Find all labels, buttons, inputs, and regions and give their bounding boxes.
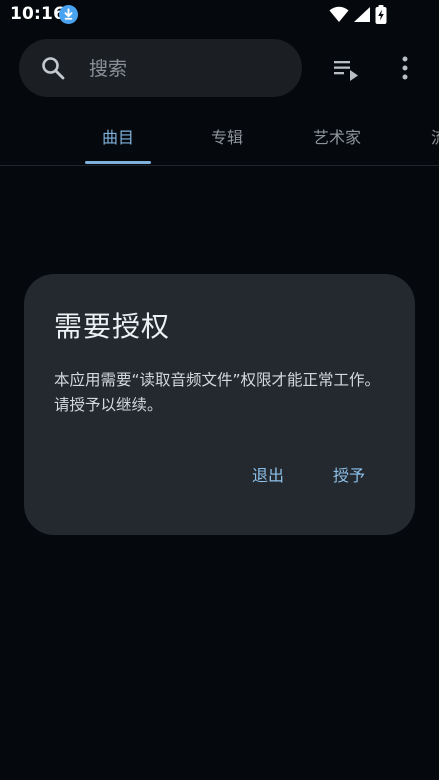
queue-music-icon[interactable]	[333, 56, 361, 82]
status-bar: 10:16	[0, 0, 439, 30]
tab-indicator	[85, 161, 151, 164]
cell-signal-icon	[354, 7, 370, 22]
status-time: 10:16	[10, 4, 66, 24]
dialog-message: 本应用需要“读取音频文件”权限才能正常工作。请授予以继续。	[54, 371, 381, 414]
search-bar[interactable]	[19, 39, 302, 99]
wifi-icon	[329, 6, 349, 22]
tab-genres[interactable]: 流	[431, 124, 439, 148]
battery-charging-icon	[375, 5, 387, 24]
tab-tracks[interactable]: 曲目	[102, 124, 134, 148]
more-vert-icon[interactable]	[396, 54, 414, 82]
tab-artists[interactable]: 艺术家	[313, 124, 361, 148]
permission-dialog: 需要授权 本应用需要“读取音频文件”权限才能正常工作。请授予以继续。 退出 授予	[24, 274, 415, 535]
search-input[interactable]	[87, 39, 291, 99]
screen: 10:16 搜索 曲目 专辑 艺术家 需要授权 本应用需要“读取音频文件”权限才…	[0, 0, 439, 780]
grant-button[interactable]: 授予	[321, 458, 377, 494]
tab-bar: 曲目 专辑 艺术家 流	[0, 110, 439, 166]
search-icon[interactable]	[40, 55, 66, 81]
download-icon	[59, 5, 78, 24]
exit-button[interactable]: 退出	[240, 458, 296, 494]
dialog-title: 需要授权	[54, 310, 171, 343]
tab-albums[interactable]: 专辑	[211, 124, 243, 148]
